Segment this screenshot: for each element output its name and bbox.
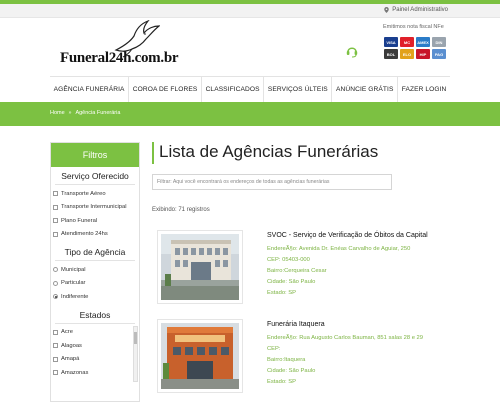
payment-card-icon: ELO xyxy=(400,49,414,59)
records-count: Exibindo: 71 registros xyxy=(152,207,210,213)
payment-card-icon: DIN xyxy=(432,37,446,47)
breadcrumb-band: Home » Agência Funerária xyxy=(0,102,500,126)
breadcrumb: Home » Agência Funerária xyxy=(50,110,120,116)
tipo-option[interactable]: Municipal xyxy=(51,263,139,277)
page-title: Lista de Agências Funerárias xyxy=(152,142,452,164)
checkbox[interactable] xyxy=(53,329,58,335)
option-label: Amapá xyxy=(61,356,80,363)
building-photo-icon xyxy=(161,234,239,300)
estados-title: Estados xyxy=(55,306,135,324)
painel-admin-link[interactable]: Painel Administrativo xyxy=(384,7,448,13)
breadcrumb-separator: » xyxy=(68,110,72,116)
checkbox[interactable] xyxy=(53,218,58,224)
headset-icon xyxy=(346,47,358,58)
result-cidade: Cidade: São Paulo xyxy=(267,279,316,285)
header: Funeral24h.com.br Emitimos nota fiscal N… xyxy=(0,18,500,74)
servico-option[interactable]: Transporte Aéreo xyxy=(51,187,139,201)
result-address: EndereÃ§o: Avenida Dr. Enéas Carvalho de… xyxy=(267,246,411,252)
main-content: Lista de Agências Funerárias Filtrar: Aq… xyxy=(152,142,452,393)
result-estado: Estado: SP xyxy=(267,379,297,385)
result-address: EndereÃ§o: Rua Augusto Carlos Bauman, 85… xyxy=(267,335,423,341)
estados-option[interactable]: Alagoas xyxy=(51,339,139,353)
building-photo-icon xyxy=(161,323,239,389)
estados-options: Acre Alagoas Amapá Amazonas xyxy=(51,324,139,380)
option-label: Transporte Intermunicipal xyxy=(61,204,127,211)
checkbox[interactable] xyxy=(53,356,58,362)
filter-sidebar: Filtros Serviço Oferecido Transporte Aér… xyxy=(50,142,140,402)
option-label: Indiferente xyxy=(61,293,89,300)
scrollbar-thumb[interactable] xyxy=(134,331,137,344)
tipo-option[interactable]: Particular xyxy=(51,277,139,291)
option-label: Amazonas xyxy=(61,369,89,376)
result-estado: Estado: SP xyxy=(267,290,297,296)
result-title[interactable]: SVOC - Serviço de Verificação de Óbitos … xyxy=(267,232,428,239)
servico-title: Serviço Oferecido xyxy=(55,167,135,185)
payment-card-icon: HIP xyxy=(416,49,430,59)
tipo-title: Tipo de Agência xyxy=(55,243,135,261)
servico-options: Transporte Aéreo Transporte Intermunicipa… xyxy=(51,185,139,241)
result-cep: CEP: 05403-000 xyxy=(267,257,310,263)
nav-item-3[interactable]: SERVIÇOS ÚLTEIS xyxy=(264,77,333,102)
servico-option[interactable]: Plano Funeral xyxy=(51,214,139,228)
payment-card-icon: MC xyxy=(400,37,414,47)
tipo-options: Municipal Particular Indiferente xyxy=(51,261,139,304)
estados-scroll-area: Acre Alagoas Amapá Amazonas xyxy=(51,324,139,382)
top-bar: Painel Administrativo xyxy=(0,4,500,18)
estados-option[interactable]: Acre xyxy=(51,326,139,340)
checkbox[interactable] xyxy=(53,191,58,197)
payment-card-icon: AMEX xyxy=(416,37,430,47)
payment-card-icon: VISA xyxy=(384,37,398,47)
result-item[interactable]: Funerária Itaquera EndereÃ§o: Rua August… xyxy=(152,319,452,403)
nav-item-2[interactable]: CLASSIFICADOS xyxy=(202,77,265,102)
payment-card-icon: BOL xyxy=(384,49,398,59)
option-label: Atendimento 24hs xyxy=(61,231,108,238)
radio-button[interactable] xyxy=(53,267,58,273)
site-logo[interactable]: Funeral24h.com.br xyxy=(60,20,179,74)
option-label: Municipal xyxy=(61,266,86,273)
filtros-header: Filtros xyxy=(51,143,139,167)
result-item[interactable]: SVOC - Serviço de Verificação de Óbitos … xyxy=(152,230,452,314)
estados-option[interactable]: Amazonas xyxy=(51,366,139,380)
checkbox[interactable] xyxy=(53,204,58,210)
main-nav: AGÊNCIA FUNERÁRIA COROA DE FLORES CLASSIFI… xyxy=(50,76,450,102)
payment-card-icon: PAG xyxy=(432,49,446,59)
result-title[interactable]: Funerária Itaquera xyxy=(267,321,325,328)
estados-scrollbar[interactable] xyxy=(133,325,138,382)
option-label: Alagoas xyxy=(61,342,82,349)
option-label: Plano Funeral xyxy=(61,217,98,224)
payment-cards: VISA MC AMEX DIN BOL ELO HIP PAG xyxy=(384,37,448,59)
checkbox[interactable] xyxy=(53,343,58,349)
result-bairro: Bairro:Cerqueira Cesar xyxy=(267,268,327,274)
result-cidade: Cidade: São Paulo xyxy=(267,368,316,374)
nfe-label: Emitimos nota fiscal NFe xyxy=(383,24,444,30)
nav-item-0[interactable]: AGÊNCIA FUNERÁRIA xyxy=(50,77,130,102)
estados-option[interactable]: Amapá xyxy=(51,353,139,367)
result-image[interactable] xyxy=(157,230,243,304)
option-label: Particular xyxy=(61,280,86,287)
servico-option[interactable]: Atendimento 24hs xyxy=(51,228,139,242)
breadcrumb-home[interactable]: Home xyxy=(50,110,65,116)
filter-input[interactable]: Filtrar: Aqui você encontrará os endereç… xyxy=(152,174,392,190)
nav-item-1[interactable]: COROA DE FLORES xyxy=(129,77,202,102)
checkbox[interactable] xyxy=(53,231,58,237)
radio-button[interactable] xyxy=(53,294,58,300)
nav-item-5[interactable]: FAZER LOGIN xyxy=(398,77,450,102)
result-bairro: Bairro:Itaquera xyxy=(267,357,306,363)
option-label: Acre xyxy=(61,329,73,336)
breadcrumb-current: Agência Funerária xyxy=(75,110,121,116)
location-pin-icon xyxy=(384,7,390,13)
result-image[interactable] xyxy=(157,319,243,393)
servico-option[interactable]: Transporte Intermunicipal xyxy=(51,201,139,215)
radio-button[interactable] xyxy=(53,280,58,286)
tipo-option[interactable]: Indiferente xyxy=(51,290,139,304)
result-cep: CEP: xyxy=(267,346,281,352)
option-label: Transporte Aéreo xyxy=(61,190,106,197)
nav-item-4[interactable]: ANÚNCIE GRÁTIS xyxy=(332,77,399,102)
checkbox[interactable] xyxy=(53,370,58,376)
painel-admin-label: Painel Administrativo xyxy=(392,7,448,13)
logo-text: Funeral24h.com.br xyxy=(60,50,179,66)
